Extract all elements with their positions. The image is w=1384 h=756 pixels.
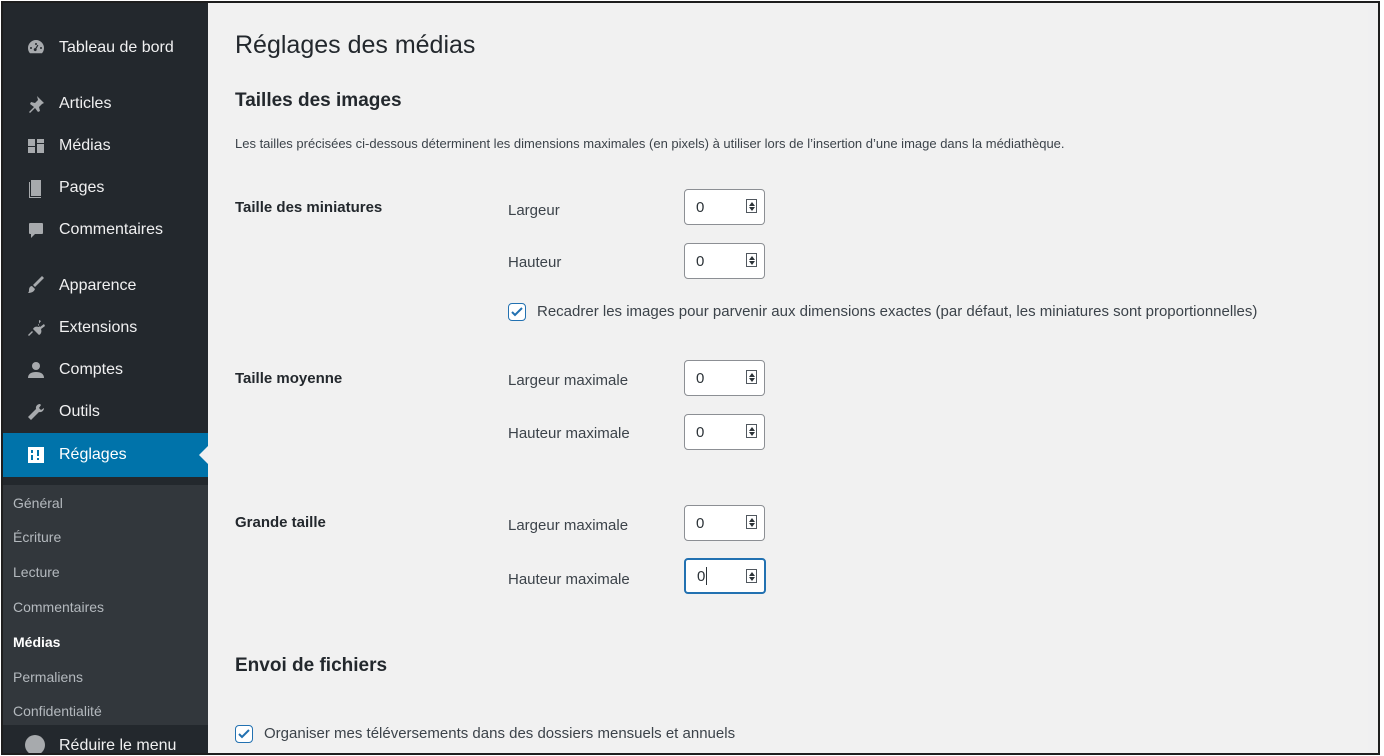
menu-item-media[interactable]: Médias [3, 129, 208, 163]
thumbnail-size-label: Taille des miniatures [235, 199, 383, 216]
spinner-icon[interactable] [746, 569, 757, 583]
settings-icon [25, 444, 47, 466]
collapse-label: Réduire le menu [59, 737, 177, 754]
media-icon [25, 135, 47, 157]
user-icon [25, 359, 47, 381]
text-caret [706, 567, 708, 585]
medium-height-input[interactable]: 0 [684, 414, 765, 450]
input-value: 0 [697, 567, 706, 585]
thumbnail-height-label: Hauteur [508, 254, 562, 271]
menu-item-tools[interactable]: Outils [3, 395, 208, 429]
medium-width-label: Largeur maximale [508, 372, 629, 389]
menu-item-plugins[interactable]: Extensions [3, 311, 208, 345]
large-width-input[interactable]: 0 [684, 505, 765, 541]
page-icon [25, 177, 47, 199]
settings-content: Réglages des médias Tailles des images L… [208, 3, 1368, 753]
large-width-label: Largeur maximale [508, 517, 629, 534]
medium-size-label: Taille moyenne [235, 370, 343, 387]
menu-item-comments[interactable]: Commentaires [3, 213, 208, 247]
section-image-sizes: Tailles des images [235, 90, 402, 111]
input-value: 0 [696, 514, 705, 532]
checkmark-icon [238, 729, 250, 739]
thumbnail-height-input[interactable]: 0 [684, 243, 765, 279]
pin-icon [25, 93, 47, 115]
menu-label: Réglages [59, 446, 127, 463]
menu-label: Apparence [59, 277, 137, 294]
spinner-icon[interactable] [746, 199, 757, 213]
thumbnail-width-input[interactable]: 0 [684, 189, 765, 225]
spinner-icon[interactable] [746, 370, 757, 384]
crop-thumbnail-label: Recadrer les images pour parvenir aux di… [537, 303, 1258, 320]
menu-label: Comptes [59, 361, 124, 378]
input-value: 0 [696, 423, 705, 441]
menu-item-appearance[interactable]: Apparence [3, 269, 208, 303]
large-height-input[interactable]: 0 [684, 558, 766, 594]
input-value: 0 [696, 198, 705, 216]
input-value: 0 [696, 369, 705, 387]
organize-uploads-checkbox[interactable] [235, 725, 253, 743]
spinner-icon[interactable] [746, 253, 757, 267]
submenu-reading[interactable]: Lecture [13, 564, 60, 580]
image-sizes-description: Les tailles précisées ci-dessous détermi… [235, 136, 1065, 151]
crop-thumbnail-checkbox[interactable] [508, 303, 526, 321]
submenu-writing[interactable]: Écriture [13, 529, 61, 545]
menu-label: Tableau de bord [59, 39, 174, 56]
menu-label: Médias [59, 137, 111, 154]
menu-label: Articles [59, 95, 112, 112]
submenu-privacy[interactable]: Confidentialité [13, 703, 102, 719]
admin-window: Tableau de bord Articles Médias Pages Co… [1, 1, 1380, 755]
menu-item-posts[interactable]: Articles [3, 87, 208, 121]
thumbnail-width-label: Largeur [508, 202, 560, 219]
brush-icon [25, 275, 47, 297]
menu-label: Outils [59, 403, 100, 420]
section-uploads: Envoi de fichiers [235, 655, 388, 676]
menu-item-pages[interactable]: Pages [3, 171, 208, 205]
spinner-icon[interactable] [746, 515, 757, 529]
large-size-label: Grande taille [235, 514, 326, 531]
wrench-icon [25, 401, 47, 423]
submenu-discussion[interactable]: Commentaires [13, 599, 104, 615]
menu-item-collapse[interactable]: Réduire le menu [3, 725, 208, 754]
admin-sidebar: Tableau de bord Articles Médias Pages Co… [3, 3, 209, 754]
menu-label: Pages [59, 179, 105, 196]
menu-label: Commentaires [59, 221, 164, 238]
medium-height-label: Hauteur maximale [508, 425, 630, 442]
settings-submenu: Général Écriture Lecture Commentaires Mé… [3, 485, 208, 725]
dashboard-icon [25, 37, 47, 59]
menu-item-dashboard[interactable]: Tableau de bord [3, 31, 208, 65]
menu-label: Extensions [59, 319, 138, 336]
collapse-icon [25, 735, 45, 753]
comment-icon [25, 219, 47, 241]
input-value: 0 [696, 252, 705, 270]
checkmark-icon [511, 307, 523, 317]
organize-uploads-label: Organiser mes téléversements dans des do… [264, 725, 736, 742]
submenu-media[interactable]: Médias [13, 634, 60, 650]
page-title: Réglages des médias [235, 31, 476, 59]
spinner-icon[interactable] [746, 424, 757, 438]
menu-item-settings[interactable]: Réglages [3, 433, 209, 477]
plugin-icon [25, 317, 47, 339]
medium-width-input[interactable]: 0 [684, 360, 765, 396]
menu-item-users[interactable]: Comptes [3, 353, 208, 387]
submenu-general[interactable]: Général [13, 495, 63, 511]
submenu-permalinks[interactable]: Permaliens [13, 669, 83, 685]
large-height-label: Hauteur maximale [508, 571, 630, 588]
